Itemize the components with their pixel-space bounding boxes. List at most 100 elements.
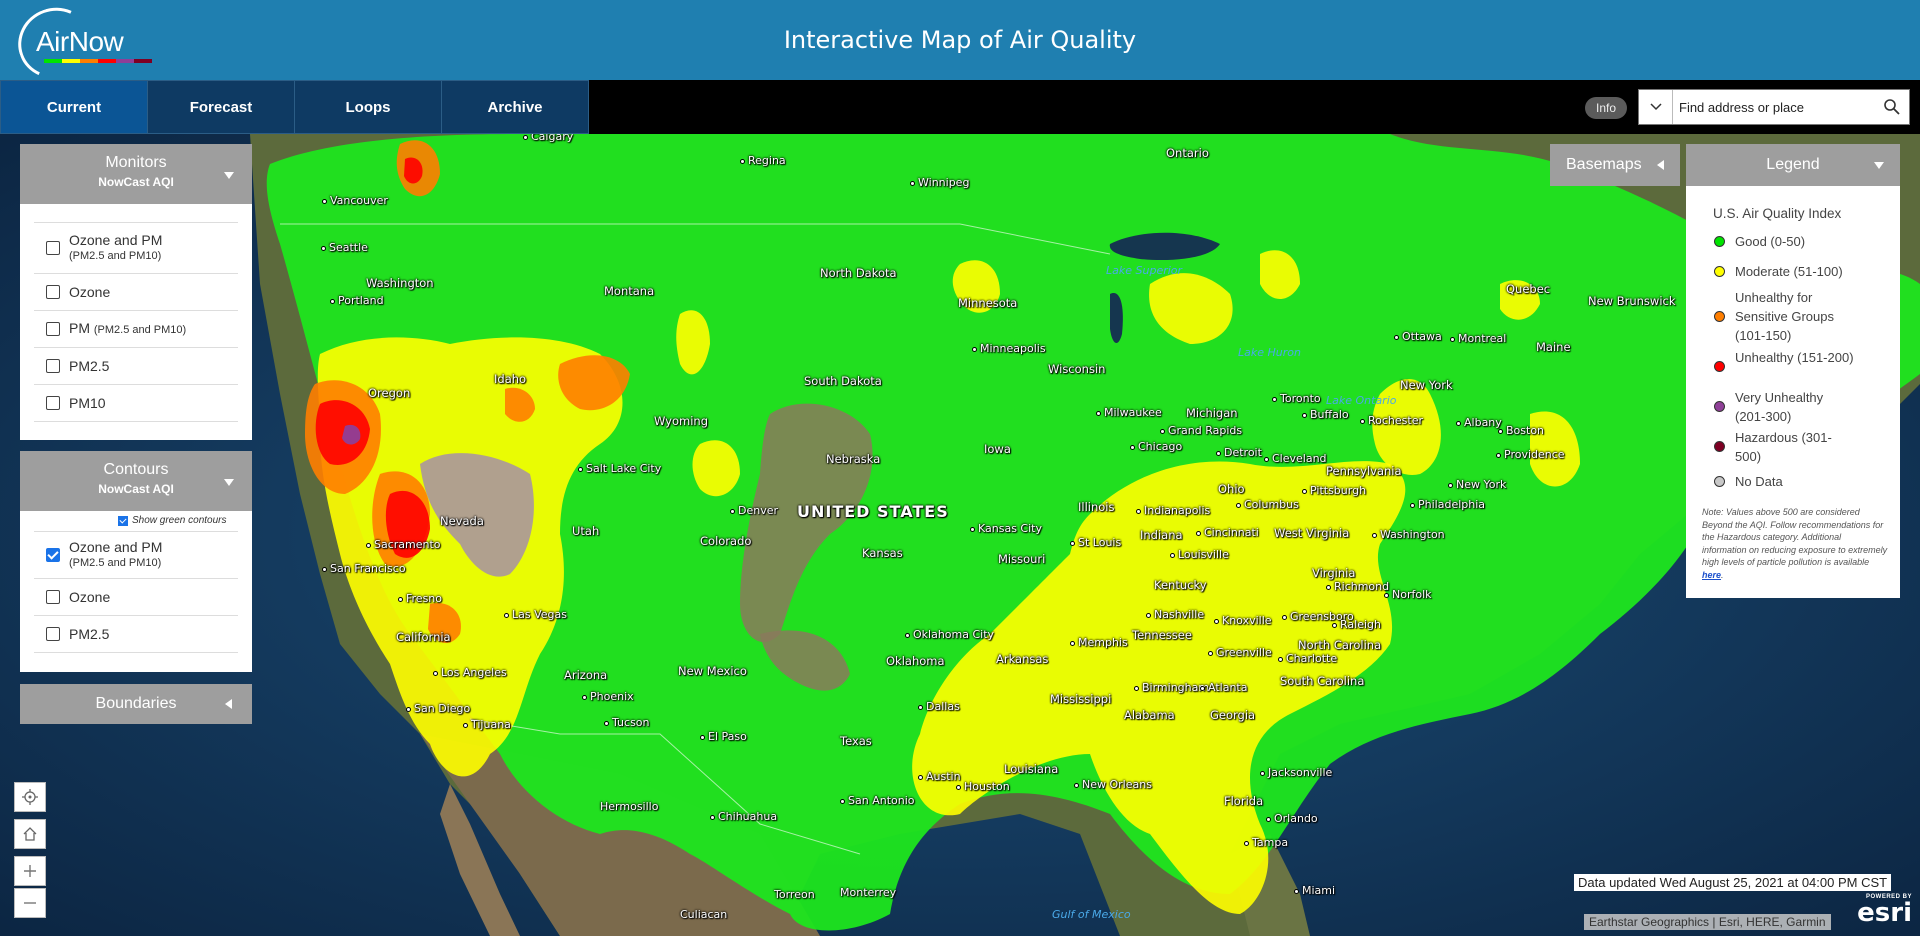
city-label: Charlotte: [1278, 652, 1337, 665]
checkbox[interactable]: [46, 590, 60, 604]
zoom-in-button[interactable]: [14, 856, 46, 886]
city-name: San Diego: [414, 702, 471, 715]
state-label: Pennsylvania: [1326, 464, 1402, 478]
checkbox[interactable]: [46, 359, 60, 373]
checkbox[interactable]: [46, 241, 60, 255]
search-source-dropdown[interactable]: [1639, 90, 1673, 124]
monitor-option[interactable]: Ozone and PM (PM2.5 and PM10): [34, 222, 238, 274]
search-icon[interactable]: [1883, 98, 1901, 116]
info-toggle-button[interactable]: Info: [1585, 97, 1627, 119]
province-label: Quebec: [1506, 282, 1551, 296]
city-name: Rochester: [1368, 414, 1423, 427]
city-name: San Francisco: [330, 562, 406, 575]
city-label: Monterrey: [840, 886, 896, 899]
state-label: Mississippi: [1050, 692, 1112, 706]
city-label: Las Vegas: [504, 608, 567, 621]
city-name: Memphis: [1078, 636, 1128, 649]
legend-item: Good (0-50): [1714, 232, 1894, 252]
tab-archive[interactable]: Archive: [441, 80, 589, 134]
legend-swatch: [1714, 311, 1725, 322]
water-label: Lake Ontario: [1326, 394, 1397, 407]
nav-bar: Current Forecast Loops Archive Info: [0, 80, 1920, 134]
city-name: Atlanta: [1208, 681, 1248, 694]
city-name: Philadelphia: [1418, 498, 1486, 511]
home-button[interactable]: [14, 819, 46, 849]
city-name: Denver: [738, 504, 779, 517]
city-label: Tampa: [1244, 836, 1288, 849]
monitors-panel-header[interactable]: Monitors NowCast AQI: [20, 144, 252, 204]
state-label: Arizona: [564, 668, 608, 682]
collapse-arrow-icon[interactable]: [224, 479, 234, 486]
tab-loops[interactable]: Loops: [294, 80, 442, 134]
monitor-option[interactable]: Ozone: [34, 274, 238, 311]
basemaps-button[interactable]: Basemaps: [1550, 144, 1680, 186]
city-marker: [918, 774, 923, 780]
city-marker: [1216, 450, 1221, 456]
esri-logo[interactable]: POWERED BY esri: [1850, 894, 1912, 926]
contour-option[interactable]: Ozone and PM (PM2.5 and PM10): [34, 531, 238, 579]
basemaps-label: Basemaps: [1566, 156, 1642, 173]
collapse-arrow-icon[interactable]: [224, 172, 234, 179]
legend-header[interactable]: Legend: [1686, 144, 1900, 186]
city-marker: [1160, 428, 1165, 434]
state-label: Oklahoma: [886, 654, 945, 668]
expand-arrow-icon[interactable]: [225, 699, 232, 709]
city-name: Fresno: [406, 592, 443, 605]
city-label: Tijuana: [463, 718, 511, 731]
city-label: Jacksonville: [1260, 766, 1332, 779]
logo-bar-segment: [134, 59, 152, 63]
monitor-option[interactable]: PM (PM2.5 and PM10): [34, 311, 238, 348]
checkbox-checked[interactable]: [46, 548, 60, 562]
city-marker: [1372, 532, 1377, 538]
logo-color-bar: [44, 59, 152, 63]
city-marker: [1196, 530, 1201, 536]
city-label: San Antonio: [840, 794, 915, 807]
city-marker: [1448, 482, 1453, 488]
checkbox[interactable]: [46, 322, 60, 336]
city-name: Houston: [964, 780, 1010, 793]
zoom-out-button[interactable]: [14, 888, 46, 918]
city-marker: [1074, 782, 1079, 788]
boundaries-panel-header[interactable]: Boundaries: [20, 684, 252, 724]
contour-option[interactable]: PM2.5: [34, 616, 238, 653]
state-label: Arkansas: [996, 652, 1049, 666]
show-green-contours-toggle[interactable]: Show green contours: [118, 515, 227, 526]
checkbox-checked[interactable]: [118, 515, 128, 526]
city-label: Sacramento: [366, 538, 441, 551]
state-label: South Carolina: [1280, 674, 1365, 688]
city-name: Regina: [748, 154, 786, 167]
city-marker: [700, 734, 705, 740]
checkbox[interactable]: [46, 285, 60, 299]
contours-panel-header[interactable]: Contours NowCast AQI: [20, 451, 252, 511]
contour-option[interactable]: Ozone: [34, 579, 238, 616]
city-name: Seattle: [329, 241, 368, 254]
monitor-option[interactable]: PM10: [34, 385, 238, 422]
city-label: Providence: [1496, 448, 1565, 461]
monitor-option[interactable]: PM2.5: [34, 348, 238, 385]
option-subtext: (PM2.5 and PM10): [69, 557, 162, 569]
map-view[interactable]: UNITED STATES Calgary Regina Winnipeg Va…: [0, 134, 1920, 936]
city-marker: [972, 346, 977, 352]
map-attribution[interactable]: Earthstar Geographics | Esri, HERE, Garm…: [1584, 914, 1831, 930]
tab-current[interactable]: Current: [0, 80, 148, 134]
checkbox[interactable]: [46, 396, 60, 410]
city-label: Albany: [1456, 416, 1502, 429]
state-label: Virginia: [1312, 566, 1356, 580]
city-name: Norfolk: [1392, 588, 1432, 601]
checkbox[interactable]: [46, 627, 60, 641]
option-label: Ozone and PM (PM2.5 and PM10): [69, 232, 162, 264]
city-marker: [366, 542, 371, 548]
locate-button[interactable]: [14, 782, 46, 812]
city-name: Tucson: [612, 716, 650, 729]
city-marker: [406, 706, 411, 712]
minus-icon: [24, 902, 36, 904]
legend-label: Moderate (51-100): [1735, 264, 1843, 279]
city-marker: [1130, 444, 1135, 450]
legend-note-link[interactable]: here: [1702, 570, 1721, 580]
city-label: Memphis: [1070, 636, 1128, 649]
search-input[interactable]: [1679, 90, 1879, 124]
expand-arrow-icon: [1657, 160, 1664, 170]
tab-forecast[interactable]: Forecast: [147, 80, 295, 134]
collapse-arrow-icon: [1874, 162, 1884, 169]
option-label: Ozone: [69, 589, 111, 605]
